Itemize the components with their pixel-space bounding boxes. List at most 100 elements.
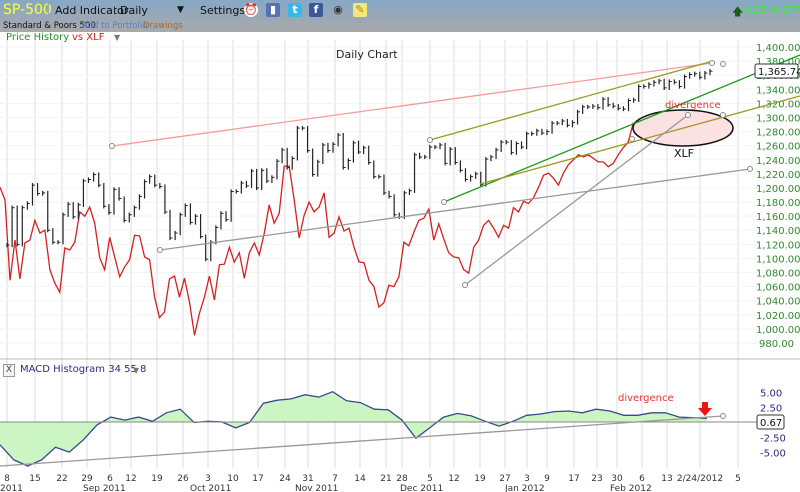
sticky-note-icon[interactable]: ✎ <box>353 3 367 17</box>
date-tick-label: 19 <box>474 474 486 484</box>
last-price-box <box>754 63 799 79</box>
macd-tick-label: -5.00 <box>760 449 786 460</box>
date-tick-label: 24 <box>279 474 291 484</box>
price-tick-label: 1,000.00 <box>756 325 800 336</box>
trendlines <box>109 54 800 288</box>
facebook-icon[interactable]: f <box>309 3 323 17</box>
camera-icon[interactable]: ◉ <box>331 3 345 17</box>
date-tick-label: 27 <box>499 474 510 484</box>
twitter-icon[interactable]: t <box>288 3 302 17</box>
price-tick-label: 980.00 <box>759 339 794 350</box>
price-tick-label: 1,040.00 <box>756 297 800 308</box>
date-tick-label: 3 <box>524 474 530 484</box>
macd-last-box <box>756 414 785 430</box>
date-tick-label: 29 <box>81 474 93 484</box>
month-label: Nov 2011 <box>295 484 338 492</box>
price-bars <box>6 69 713 262</box>
month-label: Jan 2012 <box>504 484 545 492</box>
price-tick-label: 1,120.00 <box>756 240 800 251</box>
date-tick-label: 23 <box>591 474 602 484</box>
macd-area <box>0 390 708 467</box>
price-tick-label: 1,340.00 <box>756 85 800 96</box>
date-tick-label: 21 <box>380 474 391 484</box>
price-tick-label: 1,280.00 <box>756 128 800 139</box>
settings-button[interactable]: Settings <box>200 4 245 17</box>
macd-fill <box>0 391 707 466</box>
xlf-line <box>0 119 709 336</box>
price-tick-label: 1,180.00 <box>756 198 800 209</box>
legend-series[interactable]: Price History <box>6 32 69 43</box>
x-axis: 8 15 22 29 6 12 19 26 3 10 17 24 31 7 14 21 28 5 12 19 27 3 9 1… <box>0 474 741 492</box>
macd-tick-label: 5.00 <box>760 388 782 399</box>
chart-svg: Daily Chart 1,400.00 1,380.00 1,360.00 1,34… <box>0 40 800 492</box>
price-tick-label: 1,400.00 <box>756 43 800 54</box>
price-tick-label: 1,240.00 <box>756 156 800 167</box>
trendline-green <box>443 54 800 203</box>
price-tick-label: 1,160.00 <box>756 212 800 223</box>
macd-last-value: 0.67 <box>760 418 782 429</box>
date-tick-label: 14 <box>354 474 366 484</box>
date-tick-label: 8 <box>4 474 10 484</box>
symbol-label[interactable]: SP-500 <box>3 2 52 18</box>
xlf-series <box>0 119 709 336</box>
macd-trendline-handle <box>720 413 726 419</box>
drawings-link[interactable]: Drawings <box>143 21 183 31</box>
macd-title[interactable]: MACD Histogram 34 55 8 <box>20 364 146 375</box>
macd-divergence-label: divergence <box>618 393 674 404</box>
date-tick-label: 13 <box>661 474 672 484</box>
macd-trendline <box>0 415 724 467</box>
date-tick-label: 5 <box>735 474 741 484</box>
date-tick-label: 9 <box>544 474 550 484</box>
date-tick-label: 19 <box>151 474 163 484</box>
date-tick-label: 10 <box>227 474 239 484</box>
date-tick-label: 28 <box>396 474 408 484</box>
price-tick-label: 1,260.00 <box>756 142 800 153</box>
period-dropdown-icon[interactable]: ▼ <box>177 5 184 15</box>
date-tick-label: 22 <box>56 474 67 484</box>
trendline-olive-upper <box>429 60 714 141</box>
price-tick-label: 1,100.00 <box>756 254 800 265</box>
date-tick-label: 3 <box>205 474 211 484</box>
legend-vs[interactable]: vs XLF <box>72 32 104 43</box>
macd-tick-label: 2.50 <box>760 403 782 414</box>
date-tick-label: 5 <box>427 474 433 484</box>
trendline-gray-support <box>159 168 751 251</box>
period-select[interactable]: Daily <box>120 4 148 17</box>
date-tick-label: 6 <box>107 474 113 484</box>
price-tick-label: 1,360.00 <box>756 71 800 82</box>
trendline-olive-lower <box>479 95 800 185</box>
month-label: Dec 2011 <box>400 484 443 492</box>
grid <box>0 40 757 468</box>
add-indicator-button[interactable]: Add Indicator <box>55 4 128 17</box>
divergence-ellipse <box>632 109 734 147</box>
price-tick-label: 1,060.00 <box>756 283 800 294</box>
up-arrow-icon: 🡅 <box>732 5 744 18</box>
price-change: 2.28 (0.17%) <box>744 5 800 16</box>
add-to-portfolio-link[interactable]: Add to Portfolio <box>82 21 147 31</box>
date-tick-label: 30 <box>611 474 623 484</box>
date-tick-label: 2/24/2012 <box>677 474 723 484</box>
price-tick-label: 1,320.00 <box>756 99 800 110</box>
price-tick-label: 1,200.00 <box>756 184 800 195</box>
date-tick-label: 6 <box>639 474 645 484</box>
date-tick-label: 17 <box>252 474 263 484</box>
price-axis: 1,400.00 1,380.00 1,360.00 1,340.00 1,320.00… <box>756 43 800 350</box>
book-icon[interactable]: ▮ <box>266 3 280 17</box>
last-price: 1,365.74 <box>758 67 800 78</box>
date-tick-label: 7 <box>332 474 338 484</box>
macd-dropdown-icon[interactable]: ▼ <box>133 366 139 375</box>
date-tick-label: 17 <box>568 474 579 484</box>
date-tick-label: 12 <box>125 474 136 484</box>
close-indicator-button[interactable]: X <box>3 364 15 377</box>
date-tick-label: 12 <box>448 474 459 484</box>
divergence-label: divergence <box>665 100 721 111</box>
trendline-pink <box>111 62 713 147</box>
trendline-xlf <box>464 114 689 286</box>
month-label: 2011 <box>0 484 23 492</box>
chart-title: Daily Chart <box>336 48 398 61</box>
month-label: Feb 2012 <box>610 484 652 492</box>
date-tick-label: 31 <box>302 474 313 484</box>
alarm-clock-icon[interactable]: ⏰ <box>244 3 258 17</box>
macd-axis: 5.00 2.50 -2.50 -5.00 <box>760 388 786 459</box>
legend-dropdown-icon[interactable]: ▼ <box>114 33 120 42</box>
